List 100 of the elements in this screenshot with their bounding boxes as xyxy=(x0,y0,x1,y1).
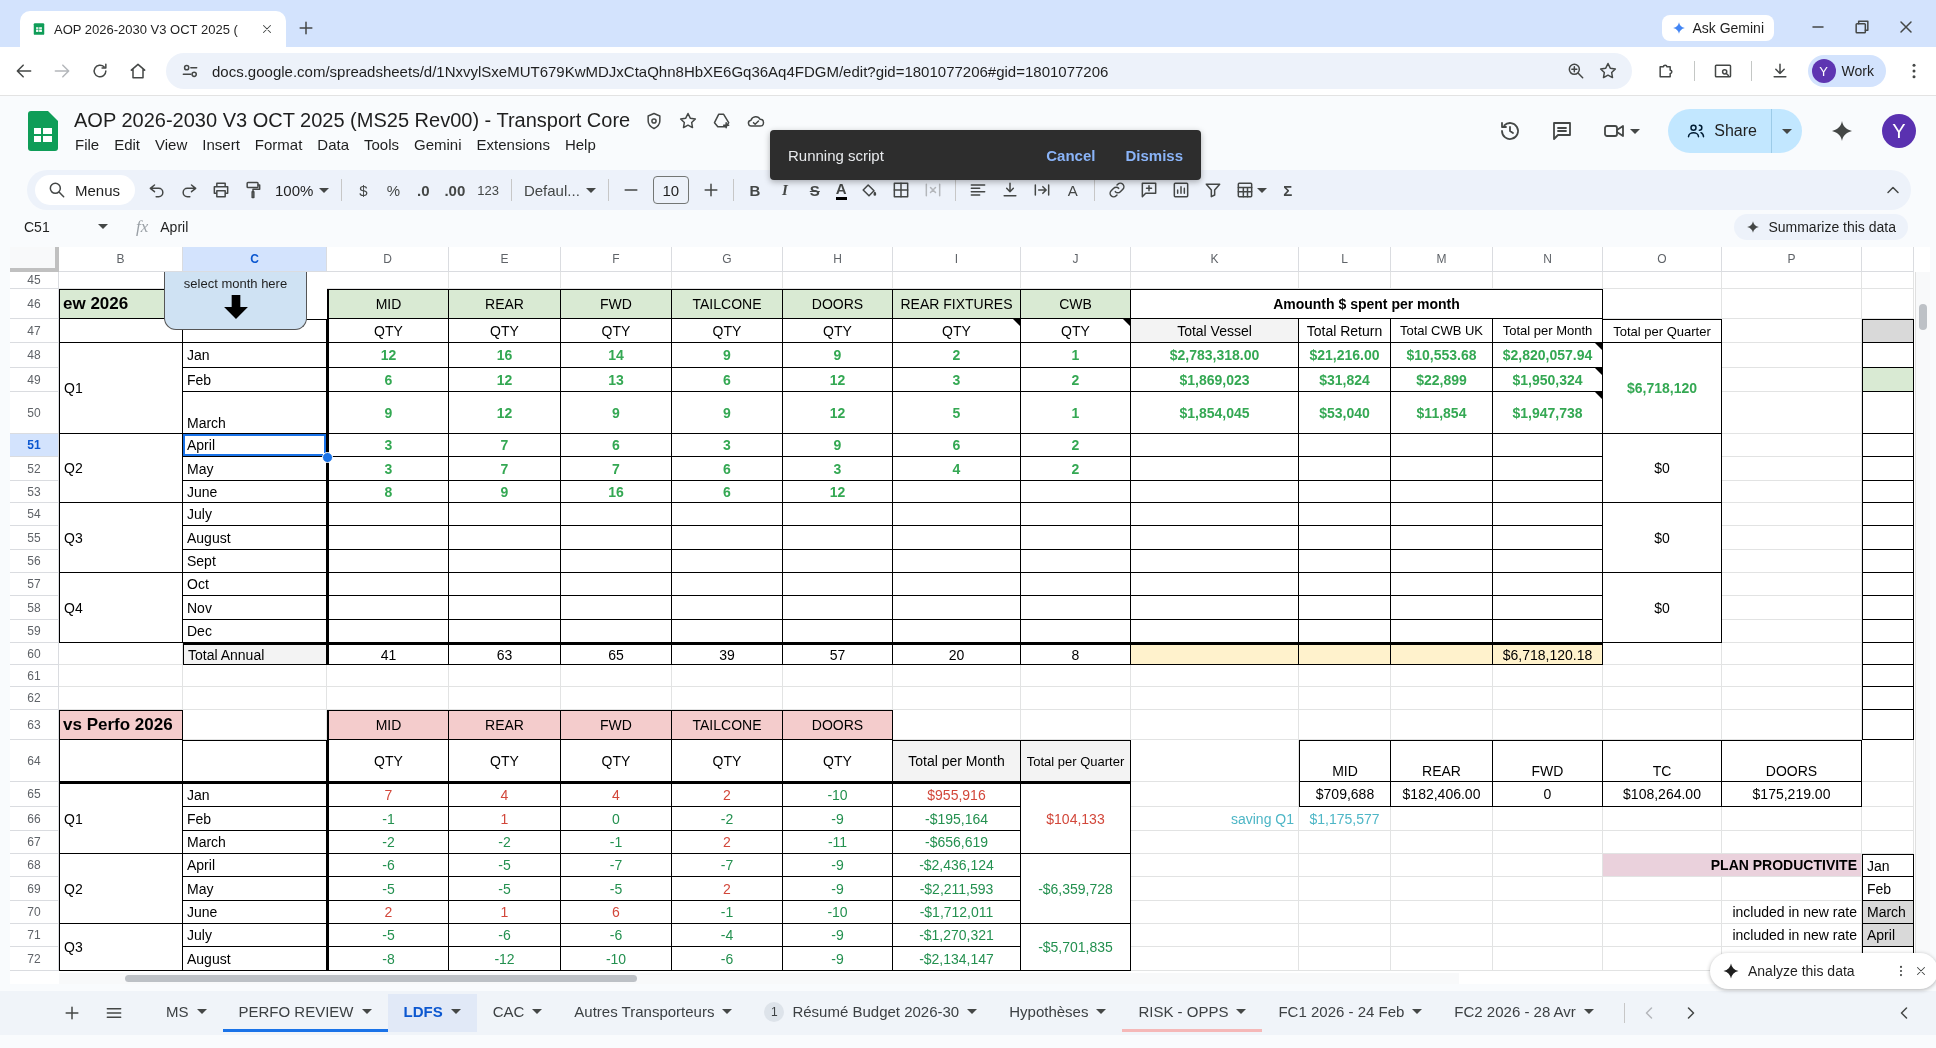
menu-item[interactable]: Format xyxy=(254,136,303,153)
column-header[interactable]: E xyxy=(449,247,561,272)
menu-item[interactable]: File xyxy=(75,136,100,153)
row-number[interactable]: 59 xyxy=(10,620,59,643)
row-number[interactable]: 67 xyxy=(10,831,59,854)
font-size-field[interactable]: 10 xyxy=(652,176,689,204)
decrease-decimals-button[interactable]: .0 xyxy=(414,181,433,199)
column-header[interactable]: L xyxy=(1299,247,1391,272)
row-number[interactable]: 54 xyxy=(10,503,59,526)
row-number[interactable]: 70 xyxy=(10,901,59,924)
analyze-button[interactable]: Analyze this data xyxy=(1722,962,1888,980)
row-number[interactable]: 64 xyxy=(10,740,59,782)
row-number[interactable]: 62 xyxy=(10,687,59,710)
profile-button[interactable]: Y Work xyxy=(1807,55,1886,87)
menu-item[interactable]: Insert xyxy=(202,136,240,153)
name-box[interactable]: C51 xyxy=(24,218,86,235)
column-header[interactable]: N xyxy=(1493,247,1603,272)
row-number[interactable]: 45 xyxy=(10,272,59,289)
sheet-tab[interactable]: FC1 2026 - 24 Feb xyxy=(1262,994,1439,1032)
column-header[interactable]: C xyxy=(183,247,327,272)
link-icon[interactable] xyxy=(1106,180,1127,200)
sheet-tab[interactable]: 1 Résumé Budget 2026-30 xyxy=(748,994,994,1032)
zoom-dropdown[interactable]: 100% xyxy=(275,181,330,199)
home-icon[interactable] xyxy=(128,61,148,81)
menu-item[interactable]: Data xyxy=(317,136,349,153)
dismiss-button[interactable]: Dismiss xyxy=(1125,146,1183,164)
ask-gemini-button[interactable]: Ask Gemini xyxy=(1662,14,1774,41)
menu-item[interactable]: Gemini xyxy=(414,136,462,153)
callout-shape[interactable]: select month here xyxy=(164,272,307,330)
bookmark-star-icon[interactable] xyxy=(1597,61,1618,81)
row-number[interactable]: 71 xyxy=(10,924,59,947)
row-number[interactable]: 72 xyxy=(10,947,59,971)
column-header[interactable]: M xyxy=(1391,247,1493,272)
row-number[interactable]: 52 xyxy=(10,457,59,481)
address-bar[interactable]: docs.google.com/spreadsheets/d/1NxvylSxeMUT679KwMDJxCtaQhn8HbXE6Gq36Aq4FDGM/edit?gid=1801077206#gid=1801077206 xyxy=(166,53,1632,89)
row-number[interactable]: 56 xyxy=(10,550,59,573)
row-number[interactable]: 65 xyxy=(10,782,59,807)
bold-button[interactable]: B xyxy=(745,181,764,199)
menu-item[interactable]: Help xyxy=(564,136,596,153)
avatar[interactable]: Y xyxy=(1882,114,1916,148)
paint-format-icon[interactable] xyxy=(243,180,263,200)
number-format-button[interactable]: 123 xyxy=(477,182,499,198)
row-number[interactable]: 68 xyxy=(10,854,59,877)
row-number[interactable]: 51 xyxy=(10,434,59,457)
text-color-button[interactable]: A xyxy=(835,180,847,200)
close-icon[interactable] xyxy=(1914,964,1928,978)
column-header[interactable]: H xyxy=(783,247,893,272)
document-title[interactable]: AOP 2026-2030 V3 OCT 2025 (MS25 Rev00) - Transport Core xyxy=(74,109,631,132)
italic-button[interactable]: I xyxy=(775,181,794,199)
row-number[interactable]: 61 xyxy=(10,665,59,687)
cancel-button[interactable]: Cancel xyxy=(1046,146,1096,164)
menu-item[interactable]: Extensions xyxy=(476,136,550,153)
spreadsheet-logo-icon[interactable] xyxy=(28,111,58,151)
font-dropdown[interactable]: Defaul... xyxy=(523,181,596,199)
row-number[interactable]: 55 xyxy=(10,526,59,550)
fill-handle[interactable] xyxy=(322,452,333,463)
column-header[interactable]: J xyxy=(1021,247,1131,272)
row-number[interactable]: 47 xyxy=(10,319,59,343)
text-rotation-button[interactable]: A xyxy=(1063,181,1082,199)
strikethrough-button[interactable]: S xyxy=(805,181,824,199)
row-number[interactable]: 69 xyxy=(10,877,59,901)
increase-decimals-button[interactable]: .00 xyxy=(444,181,466,199)
menu-item[interactable]: Edit xyxy=(114,136,141,153)
row-number[interactable]: 53 xyxy=(10,481,59,503)
menu-item[interactable]: View xyxy=(155,136,188,153)
menu-item[interactable]: Tools xyxy=(364,136,400,153)
scrollbar-thumb[interactable] xyxy=(125,975,637,982)
print-icon[interactable] xyxy=(211,180,231,200)
row-number[interactable]: 58 xyxy=(10,596,59,620)
row-number[interactable]: 63 xyxy=(10,710,59,740)
row-number[interactable]: 66 xyxy=(10,807,59,831)
sheet-tab[interactable]: MS xyxy=(150,994,223,1032)
tab-search-icon[interactable] xyxy=(1712,61,1733,81)
column-header[interactable]: F xyxy=(561,247,672,272)
currency-button[interactable]: $ xyxy=(354,181,373,199)
browser-tab[interactable]: AOP 2026-2030 V3 OCT 2025 ( xyxy=(20,11,286,47)
column-header[interactable]: P xyxy=(1722,247,1862,272)
scrollbar-thumb[interactable] xyxy=(1919,304,1927,330)
column-header[interactable]: G xyxy=(672,247,783,272)
share-button[interactable]: Share xyxy=(1668,109,1772,153)
percent-button[interactable]: % xyxy=(384,181,403,199)
reload-icon[interactable] xyxy=(90,61,110,81)
row-number[interactable]: 46 xyxy=(10,289,59,319)
formula-field[interactable]: April xyxy=(160,218,1723,235)
star-icon[interactable] xyxy=(678,110,699,131)
caret-icon[interactable] xyxy=(98,224,108,229)
sheet-tab[interactable]: RISK - OPPS xyxy=(1122,994,1263,1032)
sheet-tab[interactable]: Hypothèses xyxy=(993,994,1123,1032)
functions-button[interactable]: Σ xyxy=(1278,181,1297,199)
row-number[interactable]: 49 xyxy=(10,368,59,392)
column-header[interactable]: O xyxy=(1603,247,1722,272)
row-number[interactable]: 57 xyxy=(10,573,59,596)
menu-search-field[interactable]: Menus xyxy=(35,175,135,205)
sheet-tab[interactable]: LDFS xyxy=(387,994,477,1032)
summarize-button[interactable]: Summarize this data xyxy=(1734,213,1908,240)
column-header[interactable]: K xyxy=(1131,247,1299,272)
column-header[interactable]: B xyxy=(59,247,183,272)
row-number[interactable]: 60 xyxy=(10,643,59,665)
column-header[interactable]: D xyxy=(327,247,449,272)
row-number[interactable]: 48 xyxy=(10,343,59,368)
